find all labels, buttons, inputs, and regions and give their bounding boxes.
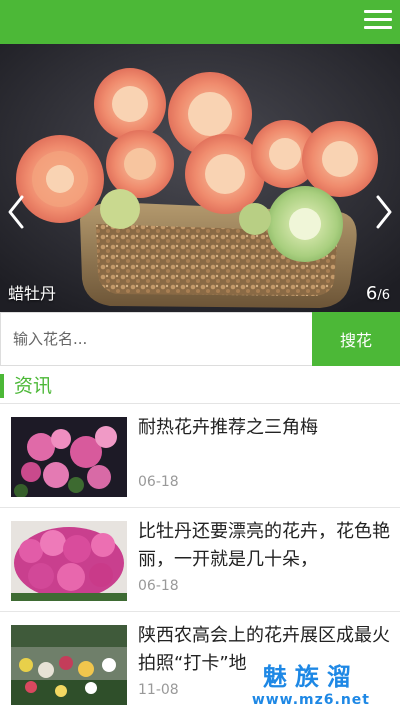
search-button[interactable]: 搜花: [312, 312, 400, 366]
search-input[interactable]: [0, 312, 312, 366]
watermark-url: www.mz6.net: [251, 692, 370, 708]
section-accent-bar: [0, 374, 4, 398]
section-header: 资讯: [0, 372, 400, 400]
hamburger-menu-icon[interactable]: [364, 8, 392, 32]
news-item[interactable]: 耐热花卉推荐之三角梅 06-18: [0, 404, 400, 508]
section-title: 资讯: [14, 375, 53, 397]
menu-line: [364, 10, 392, 13]
news-date: 06-18: [138, 578, 179, 594]
news-title: 耐热花卉推荐之三角梅: [138, 417, 318, 438]
news-title: 比牡丹还要漂亮的花卉，花色艳丽，一开就是几十朵，: [138, 521, 390, 570]
chevron-right-icon[interactable]: [374, 194, 394, 230]
chevron-left-icon[interactable]: [6, 194, 26, 230]
slide-counter: 6/6: [366, 283, 390, 304]
top-bar: [0, 0, 400, 44]
news-item[interactable]: 比牡丹还要漂亮的花卉，花色艳丽，一开就是几十朵， 06-18: [0, 508, 400, 612]
menu-line: [364, 18, 392, 21]
watermark: 魅族溜 www.mz6.net: [252, 657, 370, 708]
banner-caption: 蜡牡丹: [8, 284, 57, 303]
banner-image: [0, 44, 400, 312]
menu-line: [364, 26, 392, 29]
slide-total: /6: [377, 288, 390, 303]
news-thumbnail: [11, 625, 127, 705]
news-thumbnail: [11, 521, 127, 601]
slide-current: 6: [365, 283, 378, 304]
news-date: 11-08: [138, 682, 179, 698]
search-bar: 搜花: [0, 312, 400, 366]
news-thumbnail: [11, 417, 127, 497]
news-date: 06-18: [138, 474, 179, 490]
banner-carousel[interactable]: 蜡牡丹 6/6: [0, 44, 400, 312]
watermark-brand: 魅族溜: [262, 663, 359, 691]
